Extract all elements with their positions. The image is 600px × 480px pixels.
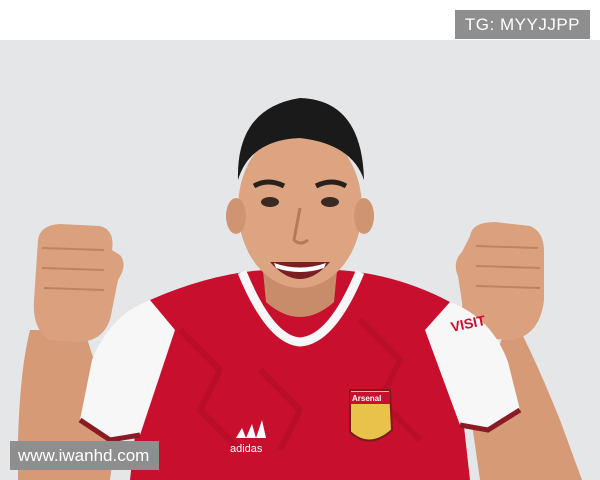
svg-text:Arsenal: Arsenal — [352, 394, 381, 403]
watermark-top: TG: MYYJJPP — [454, 10, 590, 39]
photo: VISIT Arsenal adidas — [0, 40, 600, 480]
player-illustration: VISIT Arsenal adidas — [0, 40, 600, 480]
watermark-bottom: www.iwanhd.com — [10, 441, 160, 470]
arsenal-crest: Arsenal — [349, 389, 394, 442]
svg-text:adidas: adidas — [230, 443, 263, 455]
